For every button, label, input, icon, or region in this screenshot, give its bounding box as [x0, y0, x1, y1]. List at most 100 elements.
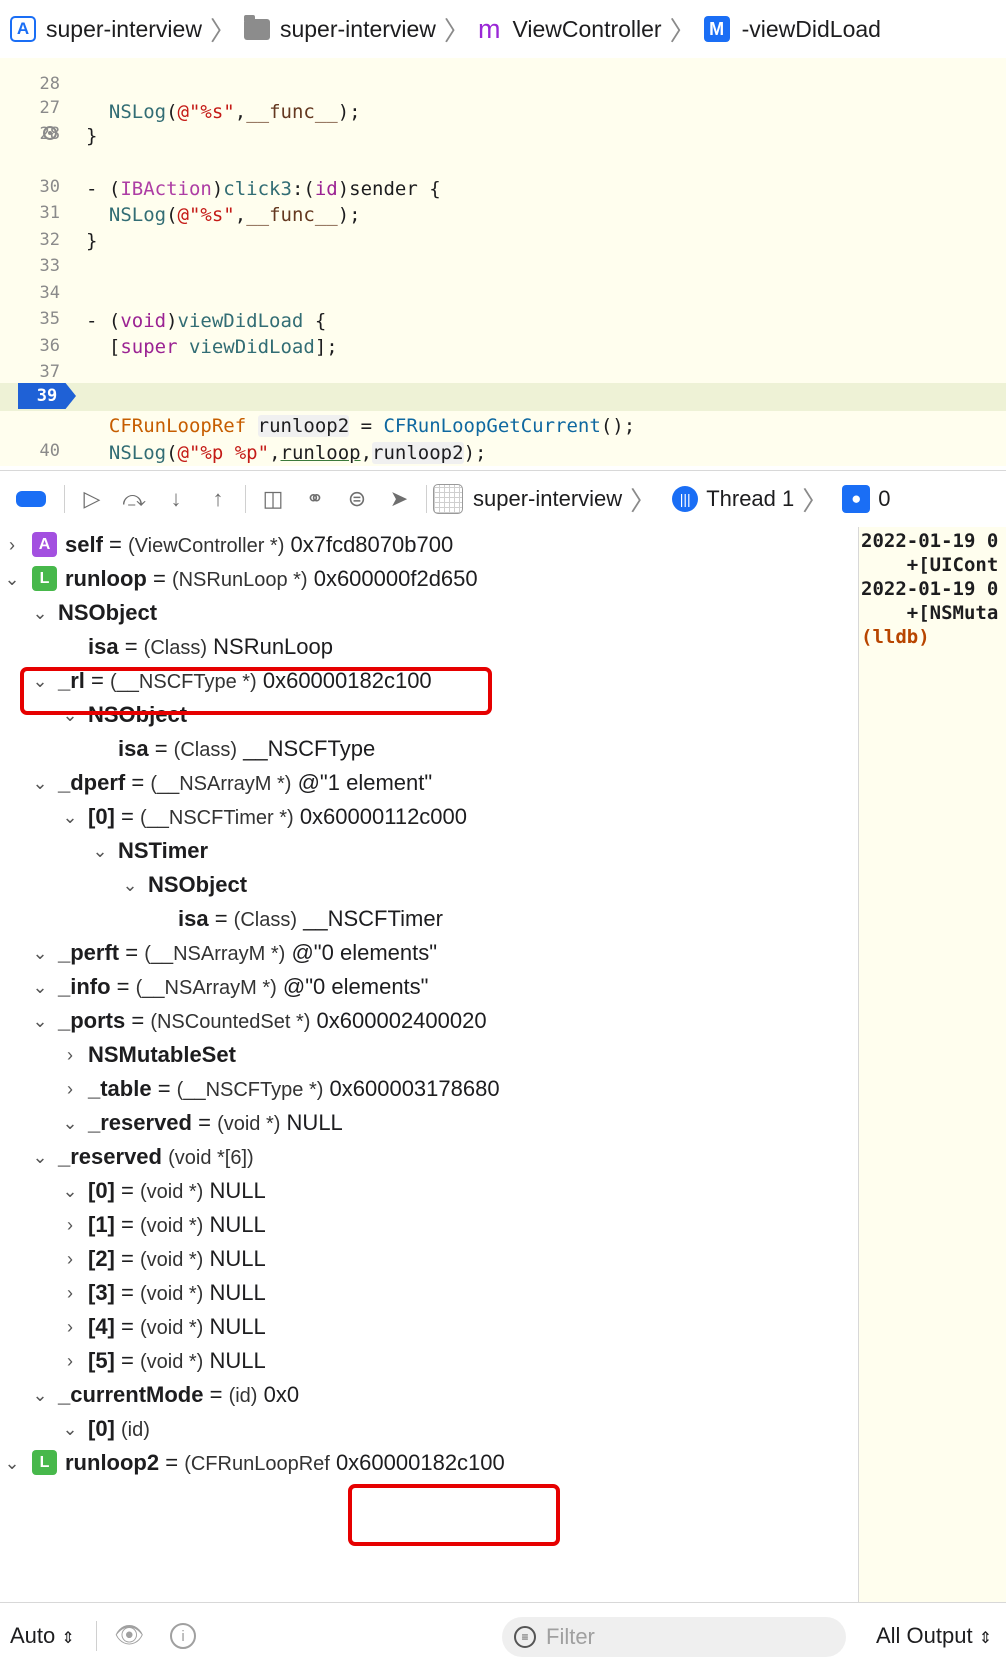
- local-icon: L: [32, 565, 57, 591]
- step-over-icon[interactable]: ⤼: [113, 478, 155, 520]
- filter-field[interactable]: ≡ Filter: [502, 1617, 846, 1657]
- filter-placeholder: Filter: [546, 1624, 595, 1649]
- updown-icon: ⇕: [978, 1630, 993, 1647]
- current-code-line: 39 NSLog(@"%p %p",runloop,runloop2);: [0, 383, 1006, 464]
- chevron-right-icon[interactable]: ›: [62, 1207, 78, 1243]
- chevron-right-icon[interactable]: ›: [62, 1275, 78, 1311]
- hide-debug-area-icon[interactable]: [16, 491, 46, 507]
- breakpoint-marker[interactable]: 39: [18, 383, 76, 409]
- info-icon[interactable]: i: [170, 1623, 196, 1649]
- folder-icon: [243, 14, 270, 40]
- output-label: All Output: [876, 1623, 973, 1648]
- simulate-location-icon[interactable]: ➤: [378, 478, 420, 520]
- chevron-right-icon[interactable]: ›: [62, 1037, 78, 1073]
- argument-icon: A: [32, 531, 57, 557]
- jumpbar-group-label: super-interview: [279, 15, 436, 42]
- lldb-prompt: (lldb): [861, 626, 930, 648]
- chevron-right-icon: 〉: [209, 15, 236, 46]
- line-number: 40: [39, 441, 60, 461]
- process-label[interactable]: super-interview: [473, 486, 622, 512]
- code-line: 33: [0, 224, 1006, 276]
- thread-label[interactable]: Thread 1: [706, 486, 794, 512]
- jumpbar-group[interactable]: super-interview: [243, 14, 436, 43]
- updown-icon: ⇕: [61, 1630, 75, 1647]
- chevron-down-icon[interactable]: ⌄: [32, 1377, 48, 1413]
- divider: [64, 485, 65, 513]
- chevron-down-icon[interactable]: ⌄: [4, 1445, 20, 1481]
- jumpbar-file[interactable]: m ViewController: [478, 14, 662, 45]
- app-project-icon: A: [10, 16, 36, 42]
- view-debugger-icon[interactable]: ◫: [252, 478, 294, 520]
- code-line: - (IBAction)click3:(id)sender {: [0, 119, 1006, 200]
- console-line: 2022-01-19 0: [861, 530, 999, 552]
- method-icon: M: [703, 16, 730, 42]
- chevron-right-icon: 〉: [802, 485, 829, 516]
- output-select[interactable]: All Output ⇕: [876, 1623, 992, 1649]
- auto-scope-label: Auto: [10, 1623, 56, 1648]
- jump-bar: A super-interview 〉 super-interview 〉 m …: [0, 0, 1006, 59]
- code-line: 37 NSRunLoop *runloop = [NSRunLoop curre…: [0, 330, 1006, 411]
- step-into-icon[interactable]: ↓: [155, 478, 197, 520]
- divider: [96, 1621, 97, 1651]
- code-line: 31 }: [0, 171, 1006, 252]
- chevron-right-icon: 〉: [443, 15, 470, 46]
- jumpbar-project-label: super-interview: [46, 15, 202, 42]
- console-line: +[NSMuta: [861, 602, 999, 624]
- jumpbar-method[interactable]: M -viewDidLoad: [703, 15, 881, 43]
- chevron-down-icon[interactable]: ⌄: [122, 867, 138, 903]
- chevron-down-icon[interactable]: ⌄: [32, 935, 48, 971]
- memory-graph-icon[interactable]: ⚭: [294, 478, 336, 520]
- jumpbar-project[interactable]: A super-interview: [0, 16, 202, 43]
- chevron-down-icon[interactable]: ⌄: [62, 1105, 78, 1141]
- chevron-right-icon[interactable]: ›: [62, 1309, 78, 1345]
- bottom-bar: Auto ⇕ 👁 i ≡ Filter All Output ⇕: [0, 1602, 1006, 1673]
- filter-icon: ≡: [514, 1626, 536, 1648]
- jumpbar-file-label: ViewController: [512, 15, 662, 42]
- divider: [426, 485, 427, 513]
- highlight-box-runloop2: [348, 1484, 560, 1546]
- process-icon: [433, 484, 463, 514]
- code-line: 30 NSLog(@"%s",__func__);: [0, 145, 1006, 226]
- jumpbar-method-label: -viewDidLoad: [741, 15, 881, 42]
- chevron-right-icon[interactable]: ›: [4, 527, 20, 563]
- code-line: 27 }: [0, 66, 1006, 147]
- eye-icon[interactable]: 👁: [114, 1621, 144, 1650]
- chevron-down-icon[interactable]: ⌄: [32, 663, 48, 699]
- environment-overrides-icon[interactable]: ⊜: [336, 478, 378, 520]
- code-line: 35 [super viewDidLoad];: [0, 277, 1006, 358]
- debug-bar: ▷ ⤼ ↓ ↑ ◫ ⚭ ⊜ ➤ super-interview 〉 ||| Th…: [0, 470, 1006, 528]
- chevron-right-icon[interactable]: ›: [62, 1071, 78, 1107]
- chevron-down-icon[interactable]: ⌄: [32, 969, 48, 1005]
- chevron-right-icon[interactable]: ›: [62, 1241, 78, 1277]
- local-icon: L: [32, 1449, 57, 1475]
- continue-icon[interactable]: ▷: [71, 478, 113, 520]
- code-line: 28: [0, 92, 1006, 144]
- step-out-icon[interactable]: ↑: [197, 478, 239, 520]
- code-line: 32: [0, 198, 1006, 250]
- chevron-down-icon[interactable]: ⌄: [32, 1139, 48, 1175]
- chevron-down-icon[interactable]: ⌄: [92, 833, 108, 869]
- chevron-down-icon[interactable]: ⌄: [32, 595, 48, 631]
- code-line: 36: [0, 304, 1006, 356]
- code-line: 34 - (void)viewDidLoad {: [0, 251, 1006, 332]
- code-line: 38 CFRunLoopRef runloop2 = CFRunLoopGetC…: [0, 356, 1006, 437]
- chevron-down-icon[interactable]: ⌄: [32, 1003, 48, 1039]
- chevron-down-icon[interactable]: ⌄: [32, 765, 48, 801]
- divider: [245, 485, 246, 513]
- chevron-down-icon[interactable]: ⌄: [4, 561, 20, 597]
- frame-label[interactable]: 0: [878, 486, 890, 512]
- chevron-down-icon[interactable]: ⌄: [62, 697, 78, 733]
- chevron-down-icon[interactable]: ⌄: [62, 1173, 78, 1209]
- chevron-right-icon: 〉: [669, 15, 696, 46]
- stack-frame-icon: ●: [842, 485, 871, 513]
- chevron-down-icon[interactable]: ⌄: [62, 1411, 78, 1447]
- code-editor[interactable]: 28 NSLog(@"%s",__func__); 27 } 28 - (IBA…: [0, 58, 1006, 466]
- code-line: 40 }: [0, 409, 1006, 461]
- breakpoint-disabled-icon[interactable]: [43, 126, 57, 140]
- variables-view[interactable]: › Aself = (ViewController *) 0x7fcd8070b…: [0, 527, 859, 1602]
- console-line: 2022-01-19 0: [861, 578, 999, 600]
- console-output[interactable]: 2022-01-19 0 +[UICont 2022-01-19 0 +[NSM…: [859, 527, 1006, 1604]
- chevron-right-icon[interactable]: ›: [62, 1343, 78, 1379]
- chevron-down-icon[interactable]: ⌄: [62, 799, 78, 835]
- auto-scope-select[interactable]: Auto ⇕: [10, 1623, 75, 1649]
